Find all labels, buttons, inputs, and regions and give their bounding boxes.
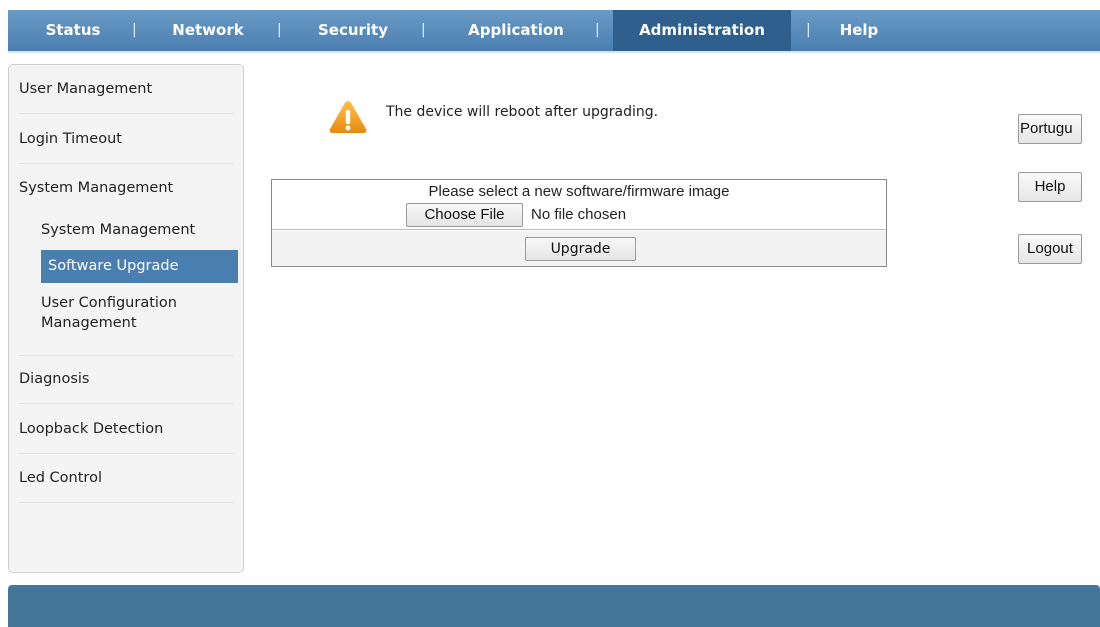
nav-tab-network[interactable]: Network [162,10,254,51]
file-select-row: Please select a new software/firmware im… [272,180,886,230]
sidebar: User Management Login Timeout System Man… [8,64,244,573]
sidebar-item-diagnosis[interactable]: Diagnosis [19,355,233,404]
nav-tab-security[interactable]: Security [305,10,401,51]
upgrade-row: Upgrade [272,231,886,266]
nav-separator: | [421,22,426,38]
nav-separator: | [806,22,811,38]
logout-button[interactable]: Logout [1018,234,1082,264]
nav-tab-application[interactable]: Application [451,10,581,51]
file-status-text: No file chosen [531,206,627,223]
file-select-prompt: Please select a new software/firmware im… [428,183,730,200]
sidebar-item-login-timeout[interactable]: Login Timeout [19,115,233,164]
sidebar-subitem-system-management[interactable]: System Management [41,214,236,246]
upgrade-form: Please select a new software/firmware im… [271,179,887,267]
sidebar-item-led-control[interactable]: Led Control [19,454,233,503]
sidebar-item-system-management[interactable]: System Management [19,164,233,213]
warning-icon [329,101,367,133]
choose-file-button[interactable]: Choose File [406,203,523,227]
sidebar-subitem-user-configuration-management[interactable]: User Configuration Management [41,293,221,333]
sidebar-item-user-management[interactable]: User Management [19,65,233,114]
nav-tab-administration[interactable]: Administration [613,10,791,51]
top-navigation: Status | Network | Security | Applicatio… [8,10,1100,53]
sidebar-subitem-software-upgrade[interactable]: Software Upgrade [41,250,238,283]
warning-message: The device will reboot after upgrading. [386,104,659,120]
nav-separator: | [595,22,600,38]
sidebar-item-loopback-detection[interactable]: Loopback Detection [19,405,233,454]
footer-bar [8,585,1100,627]
nav-tab-help[interactable]: Help [828,10,890,51]
nav-tab-status[interactable]: Status [30,10,116,51]
help-button[interactable]: Help [1018,172,1082,202]
nav-separator: | [132,22,137,38]
nav-separator: | [277,22,282,38]
upgrade-button[interactable]: Upgrade [525,237,636,261]
language-button[interactable]: Portugu [1018,114,1082,144]
